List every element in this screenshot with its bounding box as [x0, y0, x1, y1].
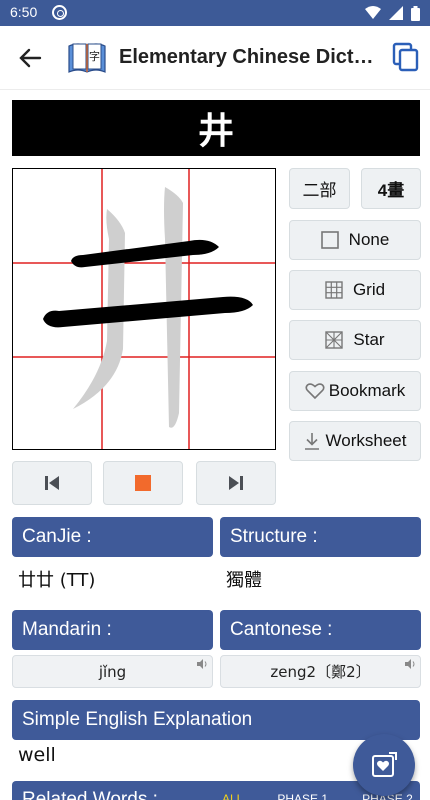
bookmark-button[interactable]: Bookmark	[289, 371, 421, 411]
cantonese-value: zeng2〔鄭2〕	[270, 663, 371, 681]
grid-option-star[interactable]: Star	[289, 320, 421, 360]
wifi-icon	[365, 6, 381, 19]
related-words-label: Related Words :	[22, 789, 158, 800]
radical-button[interactable]: 二部	[289, 168, 350, 209]
cantonese-header: Cantonese :	[220, 610, 421, 650]
grid-icon	[325, 281, 343, 299]
status-icons	[365, 5, 420, 21]
stroke-bottom-horizontal	[43, 296, 253, 328]
grid-option-grid[interactable]: Grid	[289, 270, 421, 310]
grid-option-label: None	[348, 230, 390, 249]
favorites-fab[interactable]	[353, 734, 415, 796]
signal-icon	[389, 6, 403, 20]
speaker-icon	[197, 659, 207, 669]
grid-option-none[interactable]: None	[289, 220, 421, 260]
copy-icon[interactable]	[392, 42, 420, 72]
status-time: 6:50	[10, 4, 38, 20]
canjie-value: 廿廿 (TT)	[18, 570, 96, 591]
dictionary-logo-icon: 字	[68, 43, 106, 73]
star-grid-icon	[325, 331, 344, 349]
canjie-header: CanJie :	[12, 517, 213, 557]
skip-next-icon	[229, 476, 243, 490]
square-outline-icon	[320, 231, 339, 249]
stroke-count-button[interactable]: 4畫	[361, 168, 421, 209]
mandarin-value: jǐng	[98, 662, 127, 681]
character-header: 井	[12, 100, 420, 156]
cantonese-pronunciation-button[interactable]: zeng2〔鄭2〕	[220, 655, 421, 688]
svg-text:字: 字	[89, 49, 100, 63]
worksheet-label: Worksheet	[325, 431, 407, 450]
notification-icon	[52, 5, 67, 20]
worksheet-button[interactable]: Worksheet	[289, 421, 421, 461]
grid-option-label: Star	[353, 330, 385, 349]
tab-phase-1[interactable]: PHASE 1	[277, 792, 328, 800]
structure-value: 獨體	[226, 570, 262, 591]
app-bar: 字 Elementary Chinese Dictionary	[0, 26, 430, 90]
tab-all[interactable]: ALL	[222, 792, 243, 800]
previous-stroke-button[interactable]	[12, 461, 92, 505]
english-explanation-header: Simple English Explanation	[12, 700, 420, 740]
mandarin-header: Mandarin :	[12, 610, 213, 650]
download-icon	[304, 433, 319, 450]
english-explanation-value: well	[18, 744, 56, 766]
battery-icon	[411, 5, 420, 21]
heart-outline-icon	[305, 383, 325, 400]
stop-button[interactable]	[103, 461, 183, 505]
heart-card-icon	[372, 752, 397, 777]
speaker-icon	[405, 659, 415, 669]
mandarin-pronunciation-button[interactable]: jǐng	[12, 655, 213, 688]
grid-option-label: Grid	[352, 280, 386, 299]
app-title: Elementary Chinese Dictionary	[119, 46, 377, 68]
stroke-order-canvas[interactable]	[12, 168, 276, 450]
next-stroke-button[interactable]	[196, 461, 276, 505]
stop-icon	[135, 475, 151, 491]
stroke-drawing	[13, 169, 275, 449]
structure-header: Structure :	[220, 517, 421, 557]
back-arrow-icon[interactable]	[14, 42, 46, 74]
skip-previous-icon	[45, 476, 59, 490]
status-bar: 6:50	[0, 0, 430, 26]
bookmark-label: Bookmark	[328, 381, 406, 400]
